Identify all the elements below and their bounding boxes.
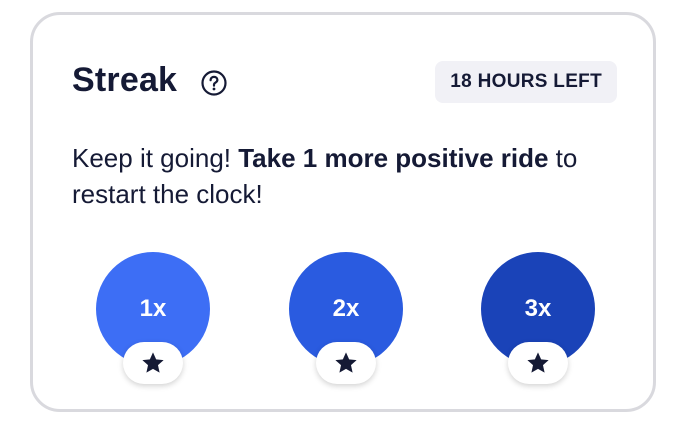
- star-icon: [335, 352, 357, 373]
- tier-label: 3x: [524, 295, 552, 322]
- time-left-badge: 18 HOURS LEFT: [435, 61, 617, 103]
- streak-message: Keep it going! Take 1 more positive ride…: [72, 140, 632, 212]
- tier-label: 1x: [139, 295, 167, 322]
- streak-card: Streak 18 HOURS LEFT Keep it going! Take…: [30, 12, 656, 412]
- time-left-text: 18 HOURS LEFT: [450, 71, 602, 92]
- star-icon: [527, 352, 549, 373]
- message-intro: Keep it going!: [72, 143, 239, 173]
- tier-2x-star-badge: [316, 342, 376, 384]
- tier-1x-star-badge: [123, 342, 183, 384]
- tier-label: 2x: [332, 295, 360, 322]
- card-title: Streak: [72, 61, 178, 99]
- help-icon[interactable]: [201, 70, 227, 96]
- tier-3x-star-badge: [508, 342, 568, 384]
- message-emphasis: Take 1 more positive ride: [238, 143, 549, 173]
- star-icon: [142, 352, 164, 373]
